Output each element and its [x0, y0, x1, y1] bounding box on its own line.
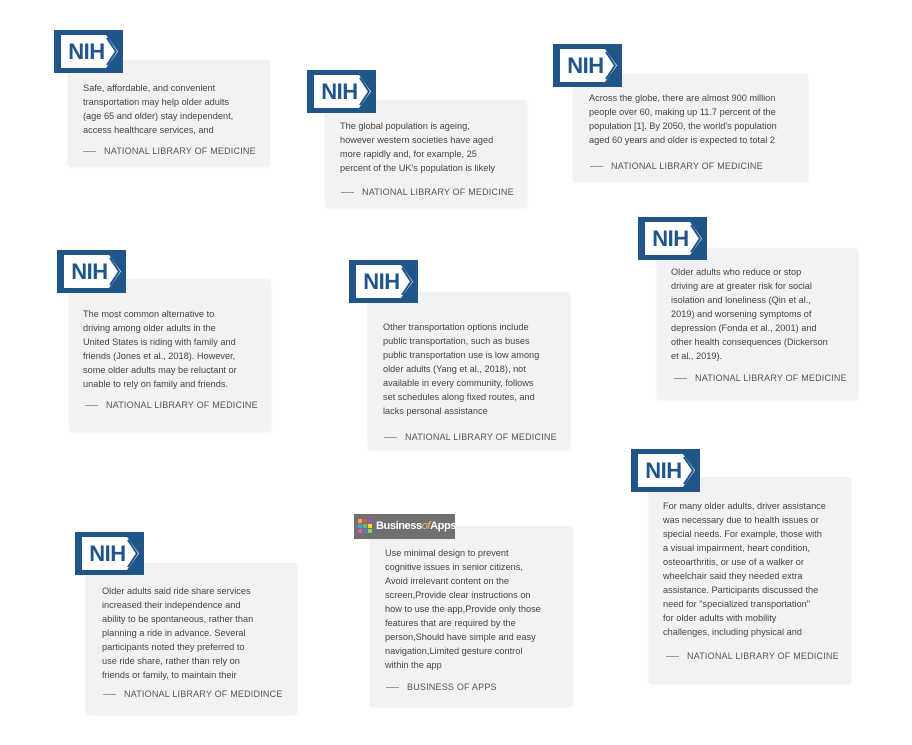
note-source: NATIONAL LIBRARY OF MEDICINE [384, 432, 557, 442]
dash-icon [386, 687, 399, 689]
app-grid-icon [358, 519, 373, 534]
note-card-4[interactable]: The most common alternative to driving a… [69, 279, 271, 431]
note-source: NATIONAL LIBRARY OF MEDICINE [590, 161, 763, 171]
dash-icon [83, 151, 96, 153]
nih-logo-icon: NIH [349, 260, 418, 303]
dash-icon [590, 166, 603, 168]
note-source-label: NATIONAL LIBRARY OF MEDICINE [611, 161, 763, 171]
note-card-7[interactable]: Older adults said ride share services in… [86, 563, 297, 714]
note-card-5[interactable]: Other transportation options include pub… [368, 292, 570, 449]
nih-logo-icon: NIH [57, 250, 126, 293]
nih-logo-icon: NIH [631, 449, 700, 492]
note-source-label: NATIONAL LIBRARY OF MEDICINE [106, 400, 258, 410]
note-source-label: NATIONAL LIBRARY OF MEDIDINCE [124, 689, 283, 699]
note-source: NATIONAL LIBRARY OF MEDICINE [85, 400, 258, 410]
note-source: NATIONAL LIBRARY OF MEDICINE [674, 373, 847, 383]
note-text: The most common alternative to driving a… [83, 309, 237, 389]
note-text: Older adults said ride share services in… [102, 586, 254, 680]
note-text: For many older adults, driver assistance… [663, 501, 826, 637]
note-source-label: NATIONAL LIBRARY OF MEDICINE [104, 146, 256, 156]
nih-logo-text: NIH [363, 269, 400, 294]
business-of-apps-logo-text: BusinessofApps [376, 520, 456, 532]
note-source-label: NATIONAL LIBRARY OF MEDICINE [362, 187, 514, 197]
nih-logo-text: NIH [68, 39, 105, 64]
nih-logo-icon: NIH [307, 70, 376, 113]
note-text: Use minimal design to prevent cognitive … [385, 548, 541, 670]
dash-icon [666, 656, 679, 658]
note-text: Older adults who reduce or stop driving … [671, 267, 828, 361]
note-card-8[interactable]: Use minimal design to prevent cognitive … [370, 526, 573, 706]
nih-logo-text: NIH [567, 53, 604, 78]
note-source: NATIONAL LIBRARY OF MEDICINE [666, 651, 839, 661]
note-text: Across the globe, there are almost 900 m… [589, 93, 777, 145]
nih-logo-icon: NIH [553, 44, 622, 87]
dash-icon [85, 405, 98, 407]
note-card-1[interactable]: Safe, affordable, and convenient transpo… [68, 60, 270, 166]
note-source-label: BUSINESS OF APPS [407, 682, 497, 692]
dash-icon [384, 437, 397, 439]
nih-logo-text: NIH [321, 79, 358, 104]
note-source-label: NATIONAL LIBRARY OF MEDICINE [405, 432, 557, 442]
dash-icon [341, 192, 354, 194]
note-text: Safe, affordable, and convenient transpo… [83, 83, 234, 135]
note-card-6[interactable]: Older adults who reduce or stop driving … [657, 248, 858, 399]
note-source: NATIONAL LIBRARY OF MEDIDINCE [103, 689, 283, 699]
nih-logo-text: NIH [89, 541, 126, 566]
note-source: NATIONAL LIBRARY OF MEDICINE [341, 187, 514, 197]
note-card-2[interactable]: The global population is ageing, however… [325, 100, 527, 207]
note-source: NATIONAL LIBRARY OF MEDICINE [83, 146, 256, 156]
nih-logo-icon: NIH [54, 30, 123, 73]
note-text: Other transportation options include pub… [383, 322, 540, 416]
note-text: The global population is ageing, however… [340, 121, 495, 173]
business-of-apps-logo-icon: BusinessofApps [354, 514, 456, 539]
note-card-9[interactable]: For many older adults, driver assistance… [649, 477, 851, 683]
nih-logo-text: NIH [652, 226, 689, 251]
nih-logo-text: NIH [645, 458, 682, 483]
nih-logo-icon: NIH [75, 532, 144, 575]
dash-icon [103, 694, 116, 696]
nih-logo-text: NIH [71, 259, 108, 284]
note-source-label: NATIONAL LIBRARY OF MEDICINE [695, 373, 847, 383]
nih-logo-icon: NIH [638, 217, 707, 260]
dash-icon [674, 378, 687, 380]
note-card-3[interactable]: Across the globe, there are almost 900 m… [573, 74, 808, 181]
note-source: BUSINESS OF APPS [386, 682, 497, 692]
note-source-label: NATIONAL LIBRARY OF MEDICINE [687, 651, 839, 661]
